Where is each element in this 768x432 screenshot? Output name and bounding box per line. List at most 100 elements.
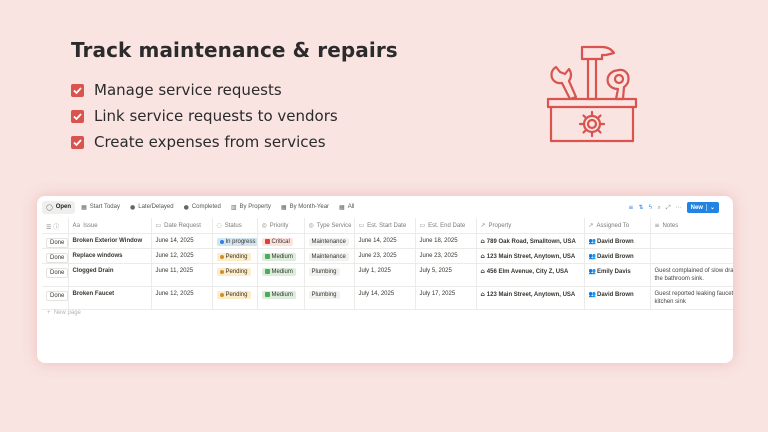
done-button[interactable]: Done: [46, 267, 67, 278]
column-header-label: Property: [488, 223, 512, 229]
column-header-actions[interactable]: ☰ ⓘ: [42, 218, 69, 234]
more-icon[interactable]: ⋯: [676, 204, 682, 211]
priority-square-icon: [264, 254, 270, 259]
cell-property[interactable]: ⌂ 123 Main Street, Anytown, USA: [476, 286, 585, 310]
type-service-label: Plumbing: [311, 291, 337, 298]
table-row[interactable]: Done Broken Exterior Window June 14, 2025 I…: [42, 233, 733, 249]
assignee-link[interactable]: David Brown: [597, 239, 634, 245]
column-header-property[interactable]: ↗ Property: [476, 218, 585, 234]
cell-date-request[interactable]: June 12, 2025: [151, 248, 213, 264]
cell-type-service[interactable]: Plumbing: [304, 286, 355, 310]
done-button[interactable]: Done: [46, 237, 67, 247]
property-link[interactable]: 456 Elm Avenue, City Z, USA: [487, 269, 569, 275]
calendar-icon: ▭: [419, 222, 426, 229]
checkbox-checked-icon: [71, 135, 84, 149]
database-window: ◯ Open ▦ Start Today ● Late/Delayed ● Co…: [37, 196, 733, 363]
view-tab-start-today[interactable]: ▦ Start Today: [77, 201, 124, 214]
cell-notes[interactable]: Guest complained of slow drainage in the…: [650, 263, 733, 287]
column-header-est-end-date[interactable]: ▭ Est. End Date: [415, 218, 477, 234]
cell-issue[interactable]: Broken Exterior Window: [68, 233, 152, 249]
property-link[interactable]: 789 Oak Road, Smalltown, USA: [487, 239, 576, 245]
feature-label: Manage service requests: [94, 81, 282, 99]
cell-est-start-date[interactable]: July 14, 2025: [354, 286, 416, 310]
column-header-priority[interactable]: ◎ Priority: [257, 218, 305, 234]
view-tab-by-month-year[interactable]: ▦ By Month-Year: [277, 201, 333, 214]
property-link[interactable]: 123 Main Street, Anytown, USA: [487, 254, 575, 260]
column-header-est-start-date[interactable]: ▭ Est. Start Date: [354, 218, 416, 234]
table-row[interactable]: Done Broken Faucet June 12, 2025 Pending Med…: [42, 286, 733, 310]
cell-issue[interactable]: Clogged Drain: [68, 263, 152, 287]
sort-icon[interactable]: ⇅: [638, 204, 643, 211]
priority-badge: Critical: [261, 237, 293, 246]
cell-property[interactable]: ⌂ 123 Main Street, Anytown, USA: [476, 248, 585, 264]
chevron-down-icon[interactable]: ⌄: [705, 204, 715, 211]
cell-est-start-date[interactable]: July 1, 2025: [354, 263, 416, 287]
automation-icon[interactable]: ϟ: [648, 204, 652, 211]
house-icon: ⌂: [480, 237, 485, 245]
column-header-date-request[interactable]: ▭ Date Request: [151, 218, 213, 234]
cell-assigned-to[interactable]: 👥 David Brown: [584, 248, 651, 264]
expand-icon[interactable]: ⤢: [666, 204, 671, 212]
view-tab-label: All: [347, 204, 355, 210]
view-tab-all[interactable]: ▦ All: [335, 201, 358, 214]
filter-icon[interactable]: ≡: [628, 204, 633, 211]
column-header-label: Assigned To: [596, 223, 630, 229]
property-link[interactable]: 123 Main Street, Anytown, USA: [487, 292, 575, 298]
relation-icon: ↗: [480, 222, 486, 229]
cell-action: Done: [42, 233, 69, 249]
assignee-link[interactable]: David Brown: [597, 292, 634, 298]
table-row[interactable]: Done Replace windows June 12, 2025 Pending M…: [42, 248, 733, 264]
column-header-issue[interactable]: Aa Issue: [68, 218, 152, 234]
cell-property[interactable]: ⌂ 456 Elm Avenue, City Z, USA: [476, 263, 585, 287]
done-button[interactable]: Done: [46, 252, 67, 262]
cell-issue[interactable]: Replace windows: [68, 248, 152, 264]
cell-est-start-date[interactable]: June 23, 2025: [354, 248, 416, 264]
cell-priority[interactable]: Medium: [257, 263, 305, 287]
cell-status[interactable]: Pending: [212, 286, 258, 310]
search-icon[interactable]: ⌕: [657, 204, 660, 212]
cell-priority[interactable]: Medium: [257, 286, 305, 310]
cell-assigned-to[interactable]: 👥 David Brown: [584, 233, 651, 249]
cell-date-request[interactable]: June 12, 2025: [151, 286, 213, 310]
cell-property[interactable]: ⌂ 789 Oak Road, Smalltown, USA: [476, 233, 585, 249]
cell-date-request[interactable]: June 11, 2025: [151, 263, 213, 287]
column-header-status[interactable]: ◌ Status: [212, 218, 258, 234]
assignee-link[interactable]: Emily Davis: [597, 269, 631, 275]
priority-label: Medium: [271, 291, 293, 298]
cell-priority[interactable]: Critical: [257, 233, 305, 249]
cell-assigned-to[interactable]: 👥 Emily Davis: [584, 263, 651, 287]
cell-est-start-date[interactable]: June 14, 2025: [354, 233, 416, 249]
cell-est-end-date[interactable]: June 18, 2025: [415, 233, 477, 249]
new-button[interactable]: New ⌄: [686, 202, 719, 213]
cell-type-service[interactable]: Maintenance: [304, 233, 355, 249]
cell-status[interactable]: Pending: [212, 263, 258, 287]
cell-notes[interactable]: Guest reported leaking faucet in the kit…: [650, 286, 733, 310]
view-tab-by-property[interactable]: ▥ By Property: [227, 201, 275, 214]
column-header-notes[interactable]: ≡ Notes: [650, 218, 733, 234]
column-header-type-service[interactable]: ◎ Type Service: [304, 218, 355, 234]
done-button[interactable]: Done: [46, 290, 67, 301]
column-header-assigned-to[interactable]: ↗ Assigned To: [584, 218, 651, 234]
view-tab-open[interactable]: ◯ Open: [42, 200, 76, 214]
cell-date-request[interactable]: June 14, 2025: [151, 233, 213, 249]
assignee-link[interactable]: David Brown: [597, 254, 634, 260]
cell-notes[interactable]: [650, 248, 733, 264]
cell-est-end-date[interactable]: July 5, 2025: [415, 263, 477, 287]
cell-status[interactable]: In progress: [212, 233, 258, 249]
cell-est-end-date[interactable]: July 17, 2025: [415, 286, 477, 310]
cell-assigned-to[interactable]: 👥 David Brown: [584, 286, 651, 310]
cell-est-end-date[interactable]: June 23, 2025: [415, 248, 477, 264]
view-tab-late-delayed[interactable]: ● Late/Delayed: [126, 201, 178, 214]
cell-status[interactable]: Pending: [212, 248, 258, 264]
cell-type-service[interactable]: Maintenance: [304, 248, 355, 264]
view-tab-completed[interactable]: ● Completed: [180, 201, 225, 214]
cell-notes[interactable]: [650, 233, 733, 249]
new-page-button[interactable]: + New page: [47, 310, 81, 316]
cell-issue[interactable]: Broken Faucet: [68, 286, 152, 310]
cell-priority[interactable]: Medium: [257, 248, 305, 264]
house-icon: ⌂: [480, 252, 485, 260]
cell-action: Done: [42, 248, 69, 264]
cell-type-service[interactable]: Plumbing: [304, 263, 355, 287]
status-dot-icon: [219, 292, 224, 297]
table-row[interactable]: Done Clogged Drain June 11, 2025 Pending Med…: [42, 263, 733, 287]
